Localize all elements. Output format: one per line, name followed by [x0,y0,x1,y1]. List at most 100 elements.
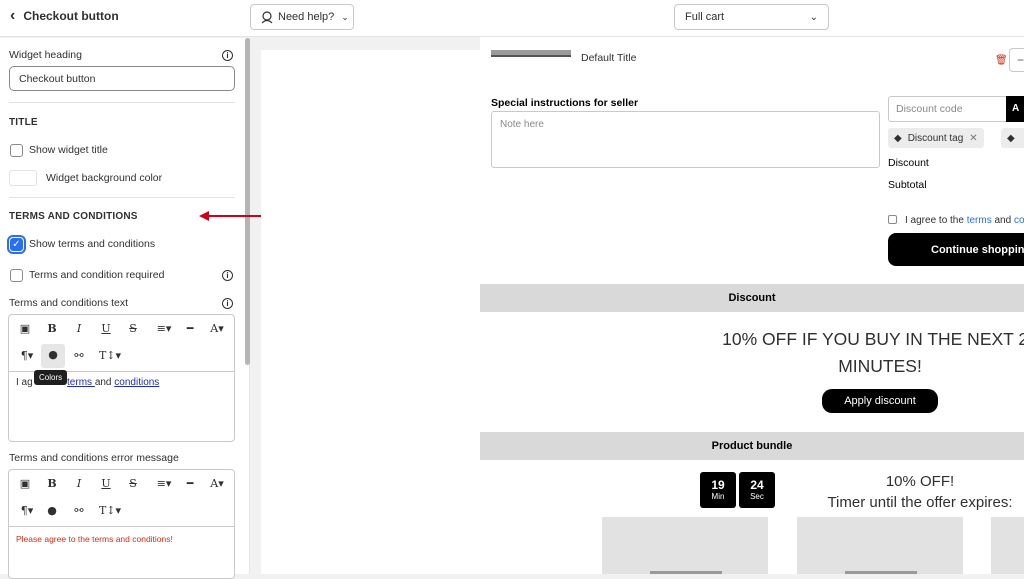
align-icon[interactable]: ≡▾ [149,318,179,340]
widget-heading-label: Widget heading [9,49,82,61]
link-icon[interactable]: ⚯ [68,500,90,522]
timer-seconds-value: 24 [750,478,764,492]
discount-code-input[interactable]: Discount code [888,96,1008,122]
page-title: Checkout button [23,9,119,23]
promo-text: 10% OFF IF YOU BUY IN THE NEXT 20 MINUTE… [700,326,1024,380]
show-terms-label: Show terms and conditions [29,238,156,250]
info-icon[interactable]: i [222,270,233,281]
strikethrough-icon[interactable]: S [122,318,144,340]
sidebar-scrollbar[interactable] [245,38,250,365]
colors-icon[interactable]: ● [41,500,63,522]
agree-terms-checkbox[interactable] [888,215,897,224]
terms-and-text: and [94,377,115,388]
paragraph-icon[interactable]: ¶▾ [14,500,40,522]
text-size-icon[interactable]: T↕▾ [95,345,125,367]
text-size-icon[interactable]: T↕▾ [95,500,125,522]
continue-shopping-button[interactable]: Continue shopping [888,233,1024,266]
bold-icon[interactable]: B [41,473,63,495]
cart-type-value: Full cart [685,11,725,23]
image-icon[interactable]: ▣ [14,318,36,340]
chevron-down-icon: ⌄ [809,11,818,23]
error-message-content[interactable]: Please agree to the terms and conditions… [16,534,173,544]
top-bar: ‹ Checkout button Need help? ⌄ Full cart… [0,0,1024,37]
divider [9,197,235,198]
info-icon[interactable]: i [222,298,233,309]
chevron-down-icon: ⌄ [341,11,349,22]
timer-minutes: 19 Min [700,472,736,508]
instructions-label: Special instructions for seller [491,97,639,109]
tag-icon: ◆ [894,132,902,144]
italic-icon[interactable]: I [68,318,90,340]
terms-section-heading: TERMS AND CONDITIONS [9,211,138,222]
link-icon[interactable]: ⚯ [68,345,90,367]
tag-icon: ◆ [1007,132,1015,144]
agree-conditions-link[interactable]: co [1014,215,1024,226]
bundle-product-card [602,517,768,574]
timer-seconds-unit: Sec [750,492,764,501]
discount-band: Discount [480,284,1024,312]
back-button[interactable]: ‹ Checkout button [10,8,119,24]
conditions-link[interactable]: conditions [114,377,159,388]
divider [9,102,235,103]
preview-canvas-left [261,50,480,574]
font-color-icon[interactable]: A▾ [204,318,230,340]
terms-text-prefix: I ag [16,377,33,388]
title-section-heading: TITLE [9,117,38,128]
bundle-product-card [991,517,1024,574]
chevron-left-icon: ‹ [10,7,16,24]
bold-icon[interactable]: B [41,318,63,340]
bundle-product-card [797,517,963,574]
discount-tag-2: ◆ [1001,128,1024,148]
promo-line-2: MINUTES! [838,356,922,376]
cart-type-select[interactable]: Full cart ⌄ [674,4,829,30]
product-variant: Default Title [581,52,637,64]
editor-toolbar: ▣ B I U S ≡▾ ━ A▾ ¶▾ ● ⚯ T↕▾ [9,315,234,372]
discount-tag-label: Discount tag [907,132,964,144]
support-agent-icon [261,11,273,24]
apply-discount-button[interactable]: Apply discount [822,389,938,413]
agree-terms-link[interactable]: terms [967,215,992,226]
close-icon[interactable]: ✕ [969,133,977,144]
product-bundle-band: Product bundle [480,432,1024,460]
editor-toolbar: ▣ B I U S ≡▾ ━ A▾ ¶▾ ● ⚯ T↕▾ [9,470,234,527]
info-icon[interactable]: i [222,50,233,61]
align-icon[interactable]: ≡▾ [149,473,179,495]
horizontal-rule-icon[interactable]: ━ [179,473,201,495]
offer-line-2: Timer until the offer expires: [827,494,1013,511]
underline-icon[interactable]: U [95,473,117,495]
horizontal-rule-icon[interactable]: ━ [179,318,201,340]
widget-heading-input[interactable]: Checkout button [9,66,235,91]
need-help-button[interactable]: Need help? ⌄ [250,4,354,30]
error-message-label: Terms and conditions error message [9,452,179,464]
paragraph-icon[interactable]: ¶▾ [14,345,40,367]
italic-icon[interactable]: I [68,473,90,495]
quantity-decrease-button[interactable]: − [1009,48,1024,72]
offer-text: 10% OFF! Timer until the offer expires: [800,471,1024,513]
need-help-label: Need help? [278,11,335,23]
colors-tooltip: Colors [34,370,68,385]
timer-minutes-unit: Min [711,492,725,501]
terms-text-label: Terms and conditions text [9,297,129,309]
strikethrough-icon[interactable]: S [122,473,144,495]
agree-and: and [991,215,1014,226]
background-color-swatch[interactable] [9,170,37,186]
font-color-icon[interactable]: A▾ [204,473,230,495]
agree-terms-text: I agree to the terms and co [905,215,1024,226]
discount-row-label: Discount [888,157,929,169]
timer-seconds: 24 Sec [739,472,775,508]
timer-minutes-value: 19 [711,478,725,492]
terms-link[interactable]: terms [67,377,95,388]
offer-line-1: 10% OFF! [885,473,955,490]
show-widget-title-checkbox[interactable] [10,144,23,157]
show-terms-checkbox[interactable]: ✓ [7,235,26,254]
product-thumbnail [491,50,571,57]
error-message-editor: ▣ B I U S ≡▾ ━ A▾ ¶▾ ● ⚯ T↕▾ Please agre… [8,469,235,579]
image-icon[interactable]: ▣ [14,473,36,495]
terms-required-checkbox[interactable] [10,269,23,282]
discount-apply-button[interactable]: A [1006,96,1024,122]
underline-icon[interactable]: U [95,318,117,340]
trash-icon[interactable]: 🗑 [995,55,1008,66]
colors-icon[interactable]: ● [41,344,65,368]
show-widget-title-label: Show widget title [29,144,108,156]
instructions-textarea[interactable]: Note here [491,111,880,168]
